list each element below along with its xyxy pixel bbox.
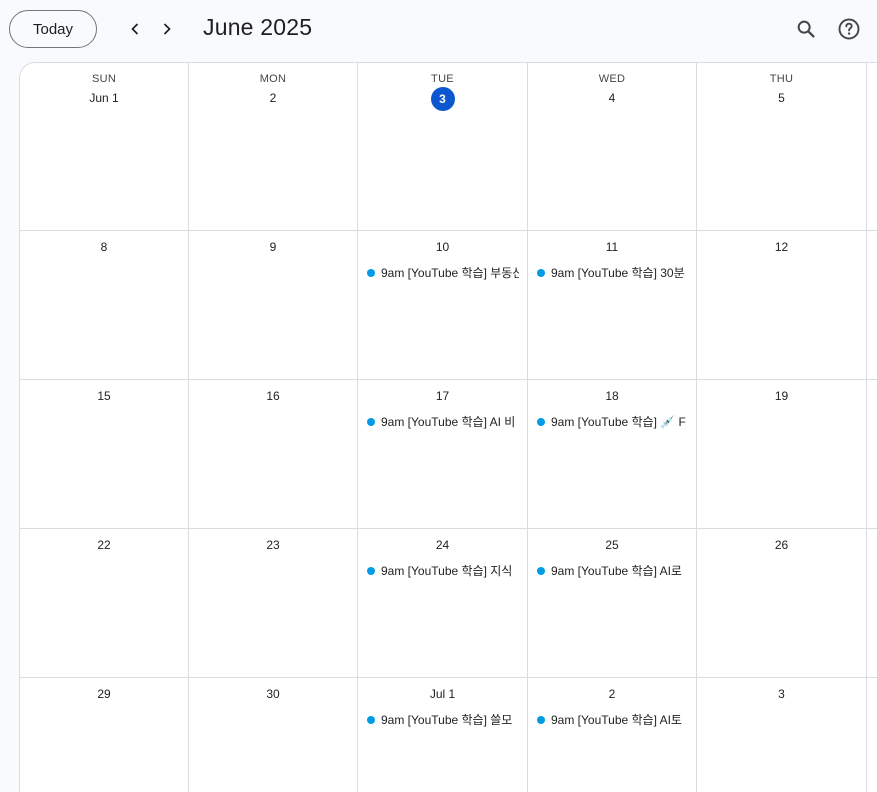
event-title: 9am [YouTube 학습] 쓸모 — [381, 713, 513, 727]
weekday-label: MON — [259, 73, 287, 85]
today-date[interactable]: 3 — [358, 87, 527, 111]
day-cell-partial — [867, 380, 877, 529]
day-cell[interactable]: TUE 3 — [358, 63, 528, 231]
search-button[interactable] — [792, 15, 820, 43]
day-cell[interactable]: 25 9am [YouTube 학습] AI로 — [528, 529, 697, 678]
event-chip[interactable]: 9am [YouTube 학습] 부동산 — [367, 264, 519, 281]
weekday-label: TUE — [431, 73, 454, 85]
event-dot-icon — [537, 417, 545, 426]
day-cell-partial — [867, 529, 877, 678]
help-button[interactable] — [835, 15, 863, 43]
day-cell[interactable]: 3 — [697, 678, 867, 792]
search-icon — [797, 20, 815, 38]
day-cell[interactable]: 18 9am [YouTube 학습] 💉 F — [528, 380, 697, 529]
date-number[interactable]: 4 — [528, 91, 696, 105]
event-dot-icon — [367, 715, 375, 724]
chevron-left-icon — [131, 23, 139, 35]
day-cell[interactable]: 26 — [697, 529, 867, 678]
day-cell[interactable]: 10 9am [YouTube 학습] 부동산 — [358, 231, 528, 380]
event-title: 9am [YouTube 학습] 지식 — [381, 564, 513, 578]
date-number[interactable]: 5 — [697, 91, 866, 105]
previous-month-button[interactable] — [120, 14, 150, 44]
event-title: 9am [YouTube 학습] AI로 — [551, 564, 682, 578]
date-number[interactable]: 2 — [528, 687, 696, 701]
day-cell[interactable]: Jul 1 9am [YouTube 학습] 쓸모 — [358, 678, 528, 792]
day-cell[interactable]: 8 — [20, 231, 189, 380]
event-dot-icon — [537, 566, 545, 575]
date-number[interactable]: 25 — [528, 538, 696, 552]
event-chip[interactable]: 9am [YouTube 학습] 30분 — [537, 264, 688, 281]
today-button[interactable]: Today — [9, 10, 97, 48]
date-number[interactable]: 18 — [528, 389, 696, 403]
next-month-button[interactable] — [152, 14, 182, 44]
event-title: 9am [YouTube 학습] 💉 F — [551, 415, 686, 429]
event-chip[interactable]: 9am [YouTube 학습] 지식 — [367, 562, 519, 579]
day-cell[interactable]: WED 4 — [528, 63, 697, 231]
day-cell[interactable]: 24 9am [YouTube 학습] 지식 — [358, 529, 528, 678]
date-number[interactable]: 24 — [358, 538, 527, 552]
date-number[interactable]: 2 — [189, 91, 357, 105]
event-dot-icon — [537, 268, 545, 277]
day-cell-partial — [867, 678, 877, 792]
date-number[interactable]: 29 — [20, 687, 188, 701]
event-dot-icon — [367, 417, 375, 426]
weekday-label: WED — [598, 73, 626, 85]
date-number[interactable]: 17 — [358, 389, 527, 403]
month-title: June 2025 — [203, 14, 313, 40]
date-number[interactable]: Jul 1 — [358, 687, 527, 701]
event-title: 9am [YouTube 학습] AI토 — [551, 713, 682, 727]
day-cell[interactable]: 30 — [189, 678, 358, 792]
event-title: 9am [YouTube 학습] 부동산 — [381, 266, 519, 280]
day-cell[interactable]: 17 9am [YouTube 학습] AI 비 — [358, 380, 528, 529]
date-number[interactable]: 8 — [20, 240, 188, 254]
weekday-label: THU — [769, 73, 794, 85]
day-cell[interactable]: 15 — [20, 380, 189, 529]
day-cell[interactable]: 12 — [697, 231, 867, 380]
day-cell[interactable]: 9 — [189, 231, 358, 380]
chevron-right-icon — [163, 23, 171, 35]
day-cell[interactable]: 23 — [189, 529, 358, 678]
event-chip[interactable]: 9am [YouTube 학습] AI로 — [537, 562, 688, 579]
day-cell[interactable]: 11 9am [YouTube 학습] 30분 — [528, 231, 697, 380]
event-chip[interactable]: 9am [YouTube 학습] 쓸모 — [367, 711, 519, 728]
day-cell[interactable]: THU 5 — [697, 63, 867, 231]
weekday-label: SUN — [91, 73, 117, 85]
event-chip[interactable]: 9am [YouTube 학습] AI토 — [537, 711, 688, 728]
date-number[interactable]: 30 — [189, 687, 357, 701]
date-number[interactable]: 9 — [189, 240, 357, 254]
event-chip[interactable]: 9am [YouTube 학습] AI 비 — [367, 413, 519, 430]
event-dot-icon — [367, 268, 375, 277]
day-cell[interactable]: 19 — [697, 380, 867, 529]
event-dot-icon — [537, 715, 545, 724]
day-cell[interactable]: SUN Jun 1 — [20, 63, 189, 231]
calendar-header: Today June 2025 — [0, 0, 877, 62]
month-grid: SUN Jun 1 MON 2 TUE 3 WED 4 THU 5 8 9 10 9am [YouTube… — [19, 62, 877, 792]
date-number[interactable]: 3 — [697, 687, 866, 701]
date-number[interactable]: Jun 1 — [20, 91, 188, 105]
day-cell[interactable]: 2 9am [YouTube 학습] AI토 — [528, 678, 697, 792]
day-cell-partial — [867, 63, 877, 231]
event-title: 9am [YouTube 학습] AI 비 — [381, 415, 516, 429]
day-cell[interactable]: 22 — [20, 529, 189, 678]
date-number[interactable]: 12 — [697, 240, 866, 254]
day-cell-partial — [867, 231, 877, 380]
date-number[interactable]: 23 — [189, 538, 357, 552]
help-icon — [838, 18, 860, 40]
date-number[interactable]: 16 — [189, 389, 357, 403]
event-dot-icon — [367, 566, 375, 575]
day-cell[interactable]: 29 — [20, 678, 189, 792]
date-number[interactable]: 11 — [528, 240, 696, 254]
date-number[interactable]: 26 — [697, 538, 866, 552]
today-date-number[interactable]: 3 — [430, 87, 455, 111]
event-title: 9am [YouTube 학습] 30분 — [551, 266, 685, 280]
day-cell[interactable]: MON 2 — [189, 63, 358, 231]
event-chip[interactable]: 9am [YouTube 학습] 💉 F — [537, 413, 688, 430]
date-number[interactable]: 10 — [358, 240, 527, 254]
date-number[interactable]: 15 — [20, 389, 188, 403]
date-number[interactable]: 22 — [20, 538, 188, 552]
day-cell[interactable]: 16 — [189, 380, 358, 529]
date-number[interactable]: 19 — [697, 389, 866, 403]
